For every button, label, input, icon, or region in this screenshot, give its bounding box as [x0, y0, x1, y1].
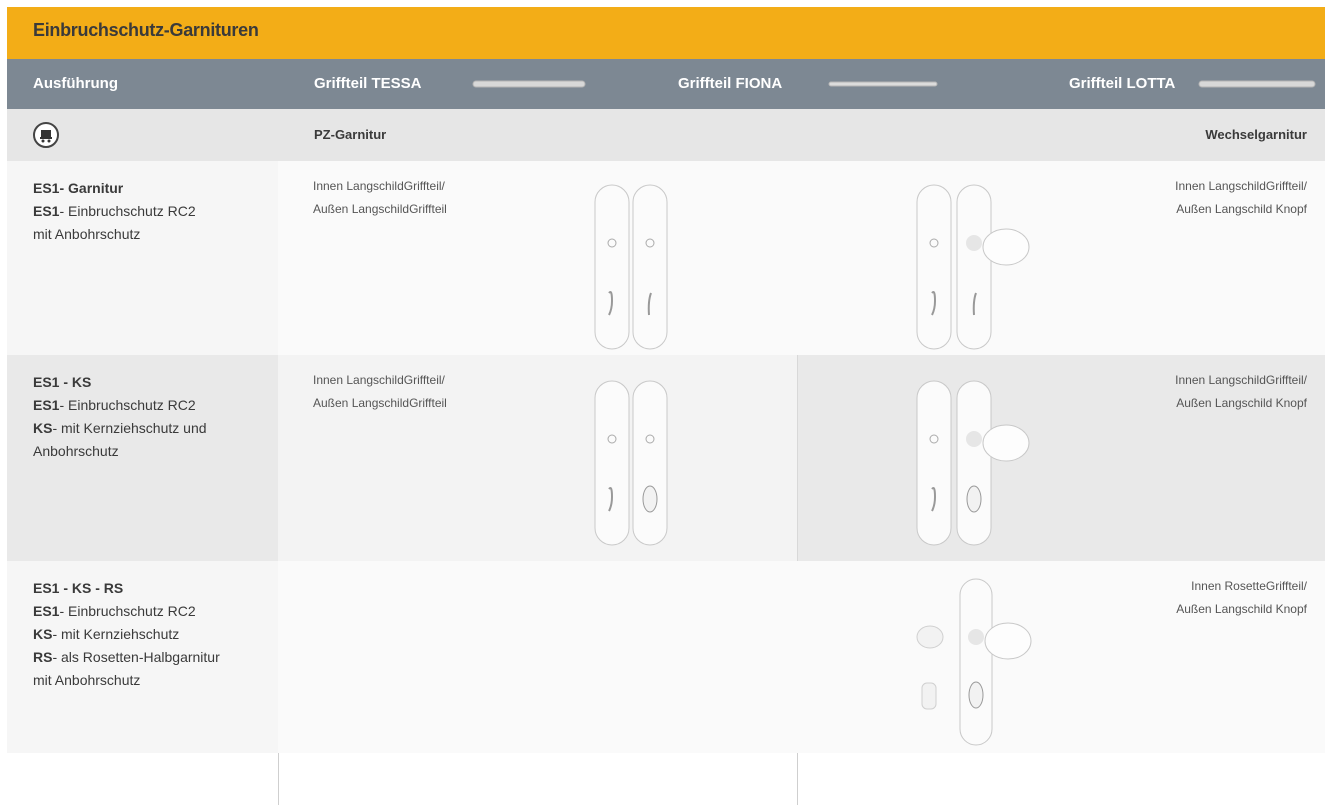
column-header-row: Ausführung Griffteil TESSA Griffteil FIO…	[7, 59, 1325, 109]
tessa-ks-garnitur-image	[594, 380, 668, 546]
column-lotta: Griffteil LOTTA	[1069, 75, 1176, 92]
desc-line: Außen Langschild Knopf	[1176, 202, 1307, 216]
desc-line: Außen LangschildGriffteil	[313, 202, 447, 216]
lotta-rs-garnitur-image	[916, 578, 1032, 746]
column-tessa: Griffteil TESSA	[314, 75, 422, 92]
tessa-handle-icon	[472, 80, 586, 88]
pz-description: Innen LangschildGriffteil/ Außen Langsch…	[313, 369, 447, 415]
row-line-bold: KS	[33, 626, 53, 642]
desc-line: Innen LangschildGriffteil/	[313, 373, 445, 387]
row-line-text: mit Anbohrschutz	[33, 672, 141, 688]
table-row: ES1 - KS - RS ES1- Einbruchschutz RC2 KS…	[7, 561, 1325, 753]
row-line-bold: RS	[33, 649, 53, 665]
desc-line: Innen LangschildGriffteil/	[1175, 373, 1307, 387]
row-line-text: - Einbruchschutz RC2	[59, 603, 196, 619]
column-divider	[797, 753, 798, 805]
wechsel-description: Innen LangschildGriffteil/ Außen Langsch…	[1175, 175, 1307, 221]
column-divider	[278, 753, 279, 805]
row-line-bold: ES1	[33, 603, 60, 619]
row-title: ES1- Garnitur	[33, 180, 124, 196]
row-label: ES1- Garnitur ES1- Einbruchschutz RC2 mi…	[33, 177, 196, 246]
page-title: Einbruchschutz-Garnituren	[33, 20, 259, 40]
desc-line: Außen LangschildGriffteil	[313, 396, 447, 410]
wechsel-description: Innen LangschildGriffteil/ Außen Langsch…	[1175, 369, 1307, 415]
desc-line: Außen Langschild Knopf	[1176, 602, 1307, 616]
pz-garnitur-label: PZ-Garnitur	[314, 127, 387, 142]
desc-line: Innen RosetteGriffteil/	[1191, 579, 1307, 593]
desc-line: Außen Langschild Knopf	[1176, 396, 1307, 410]
table-row: ES1- Garnitur ES1- Einbruchschutz RC2 mi…	[7, 161, 1325, 355]
fiona-handle-icon	[828, 81, 938, 87]
lotta-ks-garnitur-image	[916, 380, 1030, 546]
table-row: ES1 - KS ES1- Einbruchschutz RC2 KS- mit…	[7, 355, 1325, 561]
row-line-text: mit Anbohrschutz	[33, 226, 141, 242]
pz-description: Innen LangschildGriffteil/ Außen Langsch…	[313, 175, 447, 221]
pz-cell	[278, 561, 798, 753]
tessa-pz-garnitur-image	[594, 184, 668, 350]
row-title: ES1 - KS - RS	[33, 580, 124, 596]
column-divider	[797, 355, 798, 561]
subheader-row: PZ-Garnitur Wechselgarnitur	[7, 109, 1325, 161]
row-line-bold: ES1	[33, 397, 60, 413]
row-line-text: - Einbruchschutz RC2	[59, 397, 196, 413]
row-line-text: - Einbruchschutz RC2	[59, 203, 196, 219]
row-title: ES1 - KS	[33, 374, 92, 390]
cart-icon[interactable]	[33, 122, 59, 148]
column-fiona: Griffteil FIONA	[678, 75, 783, 92]
wechsel-description: Innen RosetteGriffteil/ Außen Langschild…	[1176, 575, 1307, 621]
row-line-text: - mit Kernziehschutz	[52, 626, 180, 642]
title-bar: Einbruchschutz-Garnituren	[7, 7, 1325, 59]
column-ausfuehrung: Ausführung	[33, 75, 118, 92]
wechselgarnitur-label: Wechselgarnitur	[1205, 127, 1307, 142]
desc-line: Innen LangschildGriffteil/	[313, 179, 445, 193]
row-line-text: - als Rosetten-Halbgarnitur	[52, 649, 220, 665]
lotta-wechsel-garnitur-image	[916, 184, 1030, 350]
row-line-bold: KS	[33, 420, 53, 436]
row-line-text: Anbohrschutz	[33, 443, 119, 459]
row-line-text: - mit Kernziehschutz und	[52, 420, 207, 436]
row-line-bold: ES1	[33, 203, 60, 219]
row-label: ES1 - KS - RS ES1- Einbruchschutz RC2 KS…	[33, 577, 220, 692]
row-label: ES1 - KS ES1- Einbruchschutz RC2 KS- mit…	[33, 371, 207, 463]
lotta-handle-icon	[1198, 80, 1316, 88]
desc-line: Innen LangschildGriffteil/	[1175, 179, 1307, 193]
